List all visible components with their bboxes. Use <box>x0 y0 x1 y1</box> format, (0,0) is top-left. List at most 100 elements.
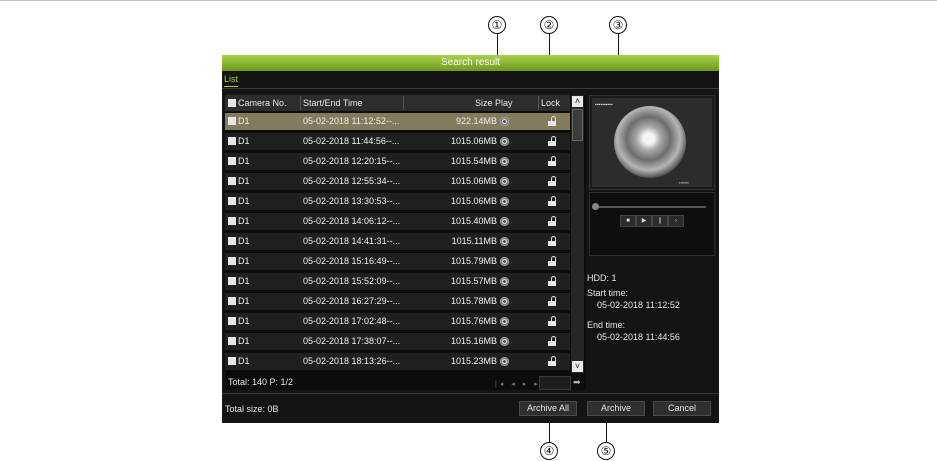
select-all-checkbox[interactable] <box>228 99 236 107</box>
play-icon[interactable]: ▶ <box>636 215 652 227</box>
tab-list[interactable]: List <box>224 74 238 84</box>
row-checkbox-cell[interactable]: D1 <box>228 353 250 370</box>
scroll-down-button[interactable]: ˅ <box>572 361 583 372</box>
row-checkbox-cell[interactable]: D1 <box>228 213 250 230</box>
unlock-icon[interactable] <box>548 356 557 366</box>
row-checkbox[interactable] <box>228 137 236 145</box>
row-checkbox-cell[interactable]: D1 <box>228 153 250 170</box>
table-row[interactable]: D1 05-02-2018 13:30:53--... 1015.06MB <box>225 193 570 210</box>
row-checkbox[interactable] <box>228 297 236 305</box>
stop-icon[interactable]: ■ <box>620 215 636 227</box>
page-go-icon[interactable]: ➡ <box>573 375 581 390</box>
header-camera[interactable]: Camera No. <box>228 95 287 111</box>
header-time: Start/End Time <box>303 98 363 108</box>
play-icon[interactable] <box>500 257 509 266</box>
table-row[interactable]: D1 05-02-2018 15:16:49--... 1015.79MB <box>225 253 570 270</box>
playback-progress-track[interactable] <box>596 206 706 208</box>
row-checkbox-cell[interactable]: D1 <box>228 233 250 250</box>
pause-icon[interactable]: ❙ <box>652 215 668 227</box>
size-cell: 1015.16MB <box>450 336 497 346</box>
size-cell: 1015.23MB <box>450 356 497 366</box>
row-checkbox[interactable] <box>228 197 236 205</box>
camera-name-overlay: ▪▪▪▪▪▪▪ <box>679 180 689 185</box>
unlock-icon[interactable] <box>548 296 557 306</box>
unlock-icon[interactable] <box>548 236 557 246</box>
unlock-icon[interactable] <box>548 276 557 286</box>
unlock-icon[interactable] <box>548 256 557 266</box>
end-time-value: 05-02-2018 11:44:56 <box>597 332 680 342</box>
table-row[interactable]: D1 05-02-2018 12:20:15--... 1015.54MB <box>225 153 570 170</box>
table-row[interactable]: D1 05-02-2018 14:06:12--... 1015.40MB <box>225 213 570 230</box>
archive-all-button[interactable]: Archive All <box>519 401 577 416</box>
unlock-icon[interactable] <box>548 316 557 326</box>
unlock-icon[interactable] <box>548 196 557 206</box>
row-checkbox-cell[interactable]: D1 <box>228 273 250 290</box>
video-preview: ▪▪▪▪▪▪▪▪▪▪ ▪▪▪▪▪▪▪ <box>589 95 715 190</box>
row-checkbox[interactable] <box>228 277 236 285</box>
row-checkbox[interactable] <box>228 177 236 185</box>
row-checkbox-cell[interactable]: D1 <box>228 193 250 210</box>
scroll-thumb[interactable] <box>572 109 583 141</box>
result-list: Camera No. Start/End Time Size Play Lock… <box>225 95 586 390</box>
play-icon[interactable] <box>500 157 509 166</box>
page-number-input[interactable] <box>539 376 571 390</box>
time-cell: 05-02-2018 12:20:15--... <box>303 156 401 166</box>
next-icon[interactable]: › <box>668 215 684 227</box>
list-scrollbar[interactable]: ˄ ˅ <box>571 95 584 373</box>
row-checkbox-cell[interactable]: D1 <box>228 133 250 150</box>
table-row[interactable]: D1 05-02-2018 17:38:07--... 1015.16MB <box>225 333 570 350</box>
row-checkbox-cell[interactable]: D1 <box>228 113 250 130</box>
play-icon[interactable] <box>500 137 509 146</box>
play-icon[interactable] <box>500 237 509 246</box>
pager-buttons[interactable]: |◂ ◂ ▸ ▸| <box>495 377 546 392</box>
row-checkbox-cell[interactable]: D1 <box>228 313 250 330</box>
unlock-icon[interactable] <box>548 336 557 346</box>
unlock-icon[interactable] <box>548 216 557 226</box>
size-cell: 1015.40MB <box>450 216 497 226</box>
playback-progress-knob[interactable] <box>592 203 599 210</box>
row-checkbox[interactable] <box>228 157 236 165</box>
unlock-icon[interactable] <box>548 156 557 166</box>
play-icon[interactable] <box>500 297 509 306</box>
archive-button[interactable]: Archive <box>587 401 645 416</box>
play-icon[interactable] <box>500 317 509 326</box>
row-checkbox-cell[interactable]: D1 <box>228 253 250 270</box>
play-icon[interactable] <box>500 197 509 206</box>
row-checkbox[interactable] <box>228 117 236 125</box>
time-cell: 05-02-2018 18:13:26--... <box>303 356 401 366</box>
table-row[interactable]: D1 05-02-2018 18:13:26--... 1015.23MB <box>225 353 570 370</box>
play-icon[interactable] <box>500 177 509 186</box>
row-checkbox-cell[interactable]: D1 <box>228 333 250 350</box>
row-checkbox[interactable] <box>228 357 236 365</box>
camera-cell: D1 <box>238 116 250 126</box>
unlock-icon[interactable] <box>548 136 557 146</box>
fisheye-view <box>614 106 686 178</box>
unlock-icon[interactable] <box>548 116 557 126</box>
row-checkbox-cell[interactable]: D1 <box>228 173 250 190</box>
play-icon[interactable] <box>500 337 509 346</box>
row-checkbox[interactable] <box>228 317 236 325</box>
play-icon[interactable] <box>500 277 509 286</box>
row-checkbox[interactable] <box>228 217 236 225</box>
table-row[interactable]: D1 05-02-2018 14:41:31--... 1015.11MB <box>225 233 570 250</box>
row-checkbox[interactable] <box>228 237 236 245</box>
table-row[interactable]: D1 05-02-2018 11:44:56--... 1015.06MB <box>225 133 570 150</box>
play-icon[interactable] <box>500 357 509 366</box>
table-row[interactable]: D1 05-02-2018 15:52:09--... 1015.57MB <box>225 273 570 290</box>
header-lock: Lock <box>541 98 561 108</box>
scroll-up-button[interactable]: ˄ <box>572 96 583 107</box>
row-checkbox-cell[interactable]: D1 <box>228 293 250 310</box>
table-row[interactable]: D1 05-02-2018 16:27:29--... 1015.78MB <box>225 293 570 310</box>
cancel-button[interactable]: Cancel <box>653 401 711 416</box>
tab-list-underline <box>224 86 238 87</box>
row-checkbox[interactable] <box>228 257 236 265</box>
play-icon[interactable] <box>500 217 509 226</box>
table-row[interactable]: D1 05-02-2018 12:55:34--... 1015.06MB <box>225 173 570 190</box>
table-row[interactable]: D1 05-02-2018 17:02:48--... 1015.76MB <box>225 313 570 330</box>
row-checkbox[interactable] <box>228 337 236 345</box>
table-row[interactable]: D1 05-02-2018 11:12:52--... 922.14MB <box>225 113 570 130</box>
play-icon[interactable] <box>500 117 509 126</box>
end-time-label: End time: <box>587 320 626 330</box>
camera-cell: D1 <box>238 296 250 306</box>
unlock-icon[interactable] <box>548 176 557 186</box>
